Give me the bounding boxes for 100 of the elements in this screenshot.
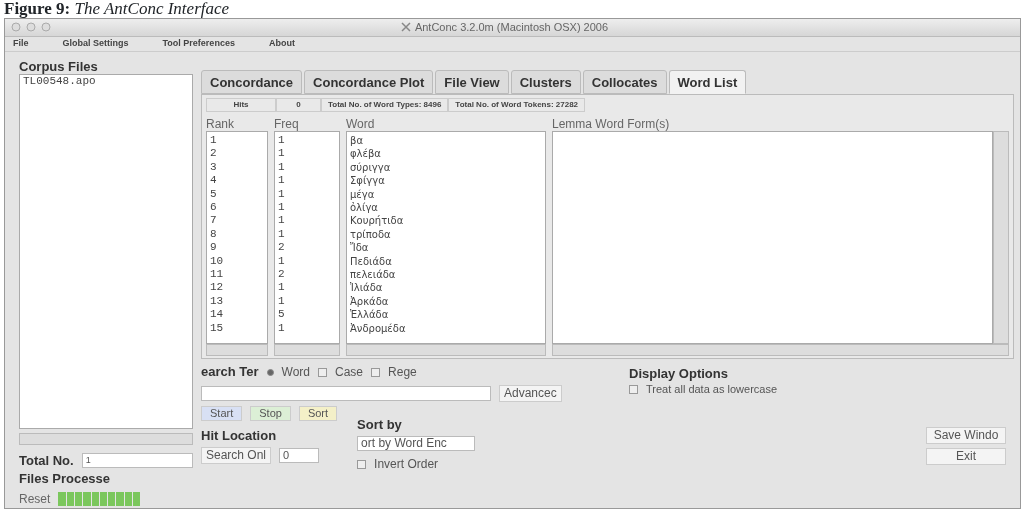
rank-cell-text: 13 — [210, 294, 225, 309]
menu-item[interactable]: Tool Preferences — [162, 37, 235, 51]
word-cell-text: πελειάδα — [350, 268, 397, 282]
word-cell-text: ὀλίγα — [350, 201, 379, 215]
lemma-list[interactable] — [552, 131, 993, 344]
freq-cell-text: 1 — [278, 214, 286, 228]
invert-order-label: Invert Order — [374, 456, 439, 473]
invert-order-checkbox[interactable] — [357, 459, 367, 469]
word-types-count: Total No. of Word Types: 8496 — [321, 97, 449, 112]
freq-cell-text: 1 — [278, 254, 286, 269]
tab[interactable]: Clusters — [510, 70, 581, 94]
action-button[interactable]: Start — [201, 406, 243, 421]
word-cell-text: Ἰλιάδα — [350, 281, 384, 295]
freq-cell-text: 1 — [278, 321, 286, 336]
rank-cell-text: 10 — [210, 254, 225, 269]
freq-cell-text: 2 — [278, 268, 286, 282]
rank-cell-text: 2 — [210, 147, 218, 161]
vertical-scrollbar[interactable] — [993, 131, 1009, 344]
word-cell-text: τρίποδα — [350, 227, 392, 242]
files-processed-label: Files Processe — [19, 472, 112, 486]
word-cell-text: βα — [350, 134, 364, 148]
rank-cell-text: 4 — [210, 174, 218, 188]
hits-label: Hits — [206, 97, 276, 112]
app-icon — [400, 22, 411, 33]
freq-cell-text: 1 — [278, 160, 286, 175]
word-cell-text: Ἀνδρομέδα — [350, 321, 407, 336]
column-list[interactable]: 1 1 1 1 1 1 1 1 2 1 2 1 1 5 1 — [274, 131, 340, 344]
option-label: Rege — [388, 364, 417, 381]
lowercase-label: Treat all data as lowercase — [646, 382, 778, 397]
total-field: 1 — [81, 453, 193, 468]
tab[interactable]: Word List — [668, 70, 747, 94]
rank-cell-text: 14 — [210, 308, 225, 322]
freq-cell-text: 1 — [278, 281, 286, 295]
rank-cell-text: 9 — [210, 241, 218, 255]
freq-cell-text: 1 — [278, 227, 286, 242]
file-list[interactable]: TL00548.apo — [19, 74, 193, 429]
search-term-label: earch Ter — [201, 365, 259, 379]
rank-cell-text: 8 — [210, 227, 218, 242]
word-cell-text: μέγα — [350, 187, 376, 202]
word-cell-text: Κουρήτιδα — [350, 214, 405, 228]
checkbox[interactable] — [318, 367, 328, 377]
freq-cell-text: 1 — [278, 174, 286, 188]
sort-dropdown[interactable]: ort by Word Enc — [357, 436, 476, 451]
horizontal-scrollbar[interactable] — [19, 433, 193, 445]
column-list[interactable]: 1 2 3 4 5 6 7 8 9 10 11 12 13 14 15 — [206, 131, 268, 344]
freq-cell-text: 5 — [278, 308, 286, 322]
tab[interactable]: File View — [435, 70, 509, 94]
hit-location-spinner[interactable]: 0 — [279, 448, 320, 463]
action-button[interactable]: Sort — [298, 406, 338, 421]
rank-cell-text: 1 — [210, 134, 218, 148]
word-cell-text: Σφίγγα — [350, 174, 386, 188]
rank-cell-text: 11 — [210, 268, 225, 282]
word-cell-text: Ἑλλάδα — [350, 308, 390, 322]
tab[interactable]: Concordance Plot — [304, 70, 434, 94]
word-cell-text: φλέβα — [350, 147, 382, 161]
rank-cell-text: 6 — [210, 201, 218, 215]
checkbox[interactable] — [371, 367, 381, 377]
freq-cell-text: 1 — [278, 147, 286, 161]
menu-item[interactable]: Global Settings — [62, 37, 129, 51]
rank-cell-text: 5 — [210, 187, 218, 202]
advanced-button[interactable]: Advancec — [499, 385, 562, 402]
word-cell-text: Ἴδα — [350, 241, 370, 255]
option-label: Case — [335, 364, 364, 381]
menu-item[interactable]: File — [13, 37, 29, 51]
reset-button[interactable]: Reset — [19, 490, 51, 508]
freq-cell-text: 2 — [278, 241, 286, 255]
horizontal-scrollbar[interactable] — [206, 344, 268, 356]
column-header: Freq — [274, 116, 300, 131]
column-header: Rank — [206, 116, 235, 131]
horizontal-scrollbar[interactable] — [274, 344, 340, 356]
word-tokens-count: Total No. of Word Tokens: 27282 — [448, 97, 586, 112]
word-cell-text: Ἀρκάδα — [350, 294, 390, 309]
horizontal-scrollbar[interactable] — [346, 344, 546, 356]
freq-cell-text: 1 — [278, 201, 286, 215]
option-label: Word — [281, 364, 311, 381]
rank-cell-text: 12 — [210, 281, 225, 295]
window-title: AntConc 3.2.0m (Macintosh OSX) 2006 — [414, 20, 609, 35]
tab[interactable]: Concordance — [201, 70, 303, 94]
column-header: Lemma Word Form(s) — [552, 116, 671, 131]
lowercase-checkbox[interactable] — [629, 384, 638, 394]
tab[interactable]: Collocates — [582, 70, 667, 94]
word-cell-text: σύριγγα — [350, 160, 392, 175]
column-list[interactable]: βα φλέβα σύριγγα Σφίγγα μέγα ὀλίγα Κουρήτιδα τρίποδα Ἴδα Πεδιάδα πελειάδα Ἰλιάδα Ἀρκάδα Ἑλλάδα Ἀνδρομέδα — [346, 131, 546, 344]
rank-cell-text: 7 — [210, 214, 218, 228]
display-options-heading: Display Options — [629, 367, 729, 381]
search-field[interactable] — [201, 386, 491, 401]
window-button[interactable]: Exit — [926, 448, 1006, 465]
column-header: Word — [346, 116, 376, 131]
total-label: Total No. — [19, 453, 74, 468]
search-only-button[interactable]: Search Onl — [201, 447, 272, 464]
action-button[interactable]: Stop — [250, 406, 291, 421]
radio-button[interactable] — [266, 368, 274, 376]
menu-item[interactable]: About — [268, 37, 295, 51]
horizontal-scrollbar[interactable] — [552, 344, 1009, 356]
corpus-file-entry[interactable]: TL00548.apo — [23, 75, 189, 89]
corpus-files-heading: Corpus Files — [19, 60, 99, 74]
window-button[interactable]: Save Windo — [926, 427, 1006, 444]
rank-cell-text: 3 — [210, 160, 218, 175]
hit-location-heading: Hit Location — [201, 429, 278, 443]
freq-cell-text: 1 — [278, 294, 286, 309]
